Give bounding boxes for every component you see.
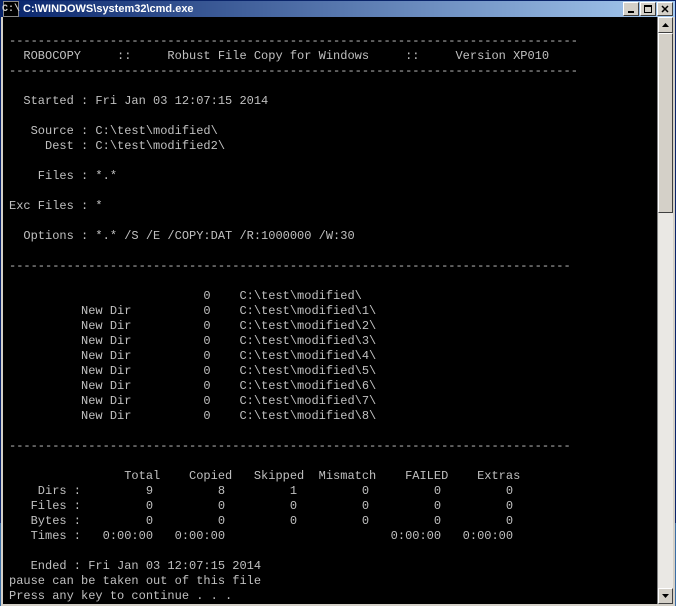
press-any-key: Press any key to continue . . . xyxy=(9,589,232,603)
close-button[interactable] xyxy=(657,2,673,16)
dir-row: New Dir 0 C:\test\modified\5\ xyxy=(9,364,376,378)
dir-row: New Dir 0 C:\test\modified\3\ xyxy=(9,334,376,348)
app-icon[interactable]: C:\ xyxy=(3,1,19,17)
console-output[interactable]: ----------------------------------------… xyxy=(3,17,657,604)
dir-row: New Dir 0 C:\test\modified\2\ xyxy=(9,319,376,333)
dir-row: New Dir 0 C:\test\modified\7\ xyxy=(9,394,376,408)
files-line: Files : *.* xyxy=(9,169,117,183)
summary-times: Times : 0:00:00 0:00:00 0:00:00 0:00:00 xyxy=(9,529,513,543)
scroll-thumb[interactable] xyxy=(658,33,673,213)
summary-files: Files : 0 0 0 0 0 0 xyxy=(9,499,513,513)
robocopy-banner: ROBOCOPY :: Robust File Copy for Windows… xyxy=(9,49,549,63)
scroll-up-button[interactable] xyxy=(658,17,673,33)
window-controls xyxy=(623,2,673,16)
vertical-scrollbar[interactable] xyxy=(657,17,673,604)
client-area: ----------------------------------------… xyxy=(1,17,675,606)
dir-row: 0 C:\test\modified\ xyxy=(9,289,362,303)
started-line: Started : Fri Jan 03 12:07:15 2014 xyxy=(9,94,268,108)
dir-row: New Dir 0 C:\test\modified\6\ xyxy=(9,379,376,393)
cmd-window: C:\ C:\WINDOWS\system32\cmd.exe --------… xyxy=(0,0,676,523)
summary-dirs: Dirs : 9 8 1 0 0 0 xyxy=(9,484,513,498)
summary-header: Total Copied Skipped Mismatch FAILED Ext… xyxy=(9,469,520,483)
maximize-button[interactable] xyxy=(640,2,656,16)
exc-files-line: Exc Files : * xyxy=(9,199,103,213)
summary-bytes: Bytes : 0 0 0 0 0 0 xyxy=(9,514,513,528)
titlebar[interactable]: C:\ C:\WINDOWS\system32\cmd.exe xyxy=(1,1,675,17)
scroll-down-button[interactable] xyxy=(658,588,673,604)
options-line: Options : *.* /S /E /COPY:DAT /R:1000000… xyxy=(9,229,355,243)
separator: ----------------------------------------… xyxy=(9,439,571,453)
separator: ----------------------------------------… xyxy=(9,64,578,78)
scroll-track[interactable] xyxy=(658,33,673,588)
source-line: Source : C:\test\modified\ xyxy=(9,124,218,138)
dest-line: Dest : C:\test\modified2\ xyxy=(9,139,225,153)
minimize-button[interactable] xyxy=(623,2,639,16)
window-title: C:\WINDOWS\system32\cmd.exe xyxy=(23,3,623,15)
separator: ----------------------------------------… xyxy=(9,34,578,48)
dir-row: New Dir 0 C:\test\modified\1\ xyxy=(9,304,376,318)
separator: ----------------------------------------… xyxy=(9,259,571,273)
pause-note: pause can be taken out of this file xyxy=(9,574,261,588)
dir-row: New Dir 0 C:\test\modified\4\ xyxy=(9,349,376,363)
dir-row: New Dir 0 C:\test\modified\8\ xyxy=(9,409,376,423)
ended-line: Ended : Fri Jan 03 12:07:15 2014 xyxy=(9,559,261,573)
